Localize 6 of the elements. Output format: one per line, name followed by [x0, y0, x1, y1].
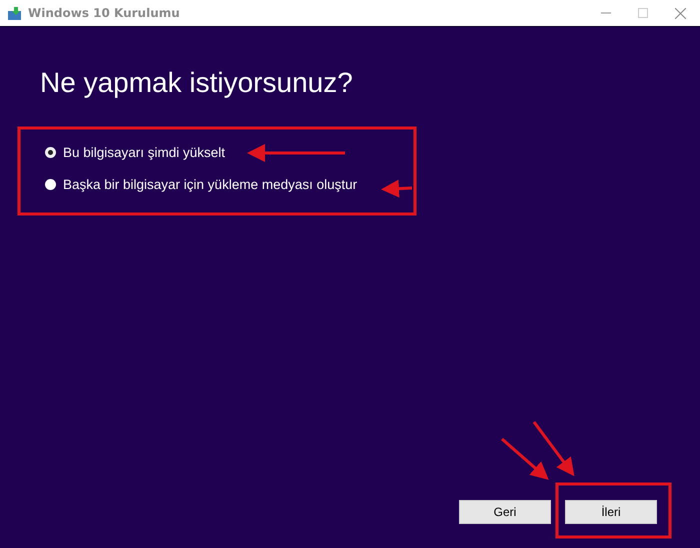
radio-option[interactable]: Bu bilgisayarı şimdi yükselt: [45, 145, 226, 160]
wizard-button[interactable]: İleri: [565, 500, 657, 524]
page-heading: Ne yapmak istiyorsunuz?: [40, 67, 354, 99]
window-title: Windows 10 Kurulumu: [28, 6, 180, 20]
radio-option[interactable]: Başka bir bilgisayar için yükleme medyası oluştur: [45, 177, 358, 192]
wizard-button[interactable]: Geri: [459, 500, 551, 524]
